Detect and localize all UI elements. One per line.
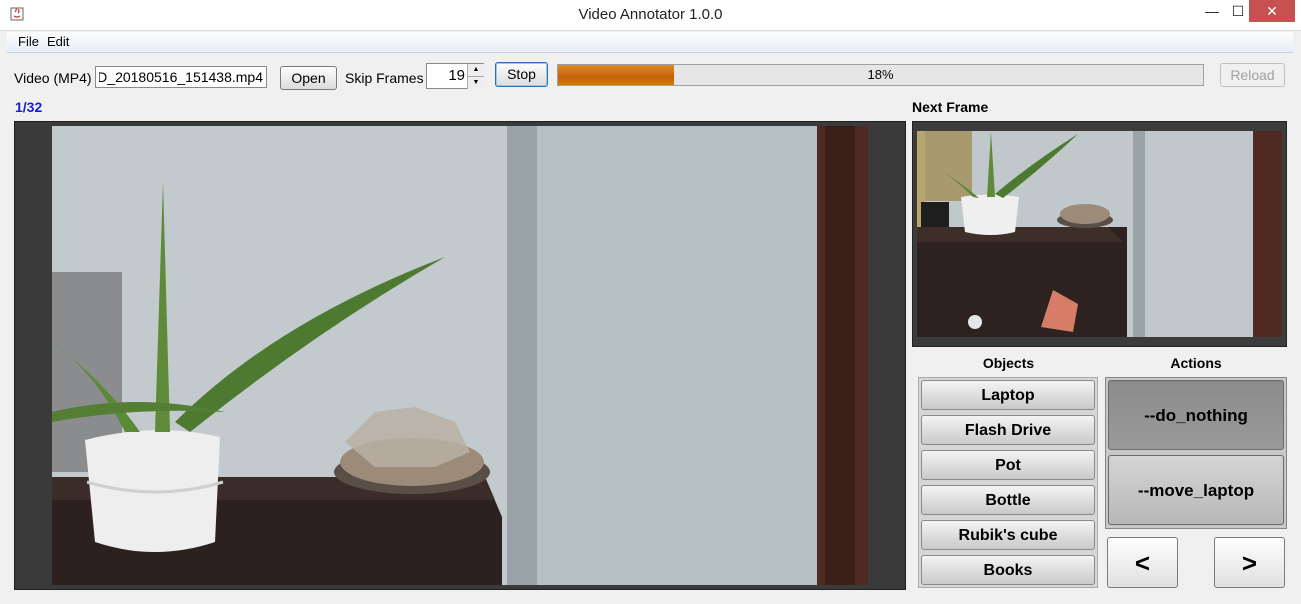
close-button[interactable]: ✕ xyxy=(1249,0,1295,22)
object-button-books[interactable]: Books xyxy=(921,555,1095,585)
actions-label: Actions xyxy=(1170,355,1222,371)
previous-frame-button[interactable]: < xyxy=(1107,537,1178,588)
skip-frames-spinner[interactable]: 19 ▲ ▼ xyxy=(426,63,484,89)
object-button-rubiks-cube[interactable]: Rubik's cube xyxy=(921,520,1095,550)
objects-panel: Laptop Flash Drive Pot Bottle Rubik's cu… xyxy=(918,377,1098,588)
next-frame-button[interactable]: > xyxy=(1214,537,1285,588)
current-frame-image xyxy=(15,122,905,589)
open-button[interactable]: Open xyxy=(280,66,337,90)
actions-panel: --do_nothing --move_laptop xyxy=(1105,377,1287,529)
stop-button[interactable]: Stop xyxy=(495,62,548,87)
reload-button[interactable]: Reload xyxy=(1220,63,1285,87)
menu-file[interactable]: File xyxy=(18,32,39,52)
video-label: Video (MP4) xyxy=(14,70,92,86)
next-frame-view xyxy=(912,121,1287,347)
next-frame-image xyxy=(913,122,1286,346)
title-bar: Video Annotator 1.0.0 — ☐ ✕ xyxy=(0,0,1301,31)
window-title: Video Annotator 1.0.0 xyxy=(578,6,723,23)
object-button-pot[interactable]: Pot xyxy=(921,450,1095,480)
object-button-flash-drive[interactable]: Flash Drive xyxy=(921,415,1095,445)
menu-edit[interactable]: Edit xyxy=(47,32,69,52)
next-frame-label: Next Frame xyxy=(912,99,989,115)
skip-frames-label: Skip Frames xyxy=(345,70,424,86)
object-button-bottle[interactable]: Bottle xyxy=(921,485,1095,515)
video-path-input[interactable] xyxy=(95,66,267,88)
current-frame-view[interactable] xyxy=(14,121,906,590)
frame-counter: 1/32 xyxy=(15,99,43,115)
action-button-move-laptop[interactable]: --move_laptop xyxy=(1108,455,1284,525)
spinner-up-icon[interactable]: ▲ xyxy=(467,64,484,76)
menu-bar: File Edit xyxy=(7,32,1293,53)
spinner-down-icon[interactable]: ▼ xyxy=(467,76,484,89)
skip-frames-value[interactable]: 19 xyxy=(427,64,465,88)
action-button-do-nothing[interactable]: --do_nothing xyxy=(1108,380,1284,450)
objects-label: Objects xyxy=(982,355,1035,371)
progress-text: 18% xyxy=(867,67,894,82)
progress-bar: 18% xyxy=(557,64,1204,86)
object-button-laptop[interactable]: Laptop xyxy=(921,380,1095,410)
